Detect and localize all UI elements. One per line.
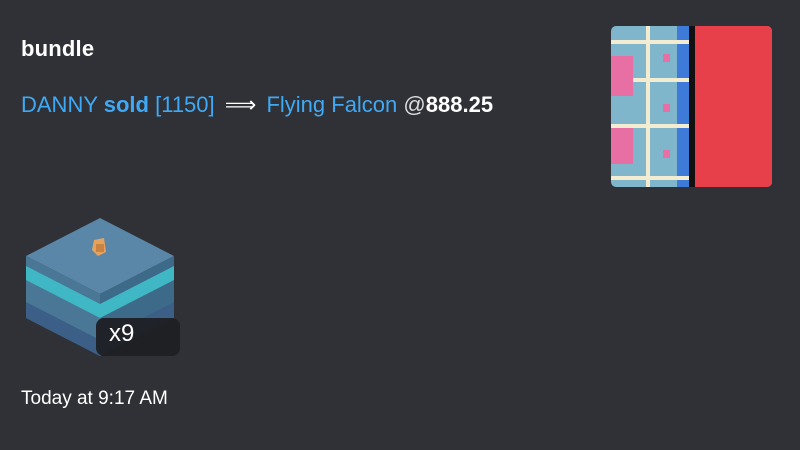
message-embed: bundle DANNY sold [1150] ⟹ Flying Falcon…	[0, 0, 800, 450]
embed-thumbnail[interactable]	[611, 26, 772, 187]
embed-title: bundle	[21, 36, 95, 61]
building-pixel-thumbnail-icon	[611, 26, 772, 187]
long-arrow-icon: ⟹	[224, 92, 257, 117]
seller-link[interactable]: DANNY	[21, 92, 98, 117]
price-value: 888.25	[425, 92, 494, 117]
at-symbol: @	[403, 92, 426, 117]
quantity-text: [1150]	[155, 92, 215, 117]
buyer-link[interactable]: Flying Falcon	[266, 92, 397, 117]
message-timestamp: Today at 9:17 AM	[21, 388, 168, 409]
pixel-land-cube-icon	[26, 218, 180, 356]
item-image[interactable]: x9	[26, 214, 186, 364]
embed-description: DANNY sold [1150] ⟹ Flying Falcon @888.2…	[21, 92, 493, 118]
action-text: sold	[103, 92, 149, 117]
item-quantity-badge: x9	[109, 320, 135, 347]
